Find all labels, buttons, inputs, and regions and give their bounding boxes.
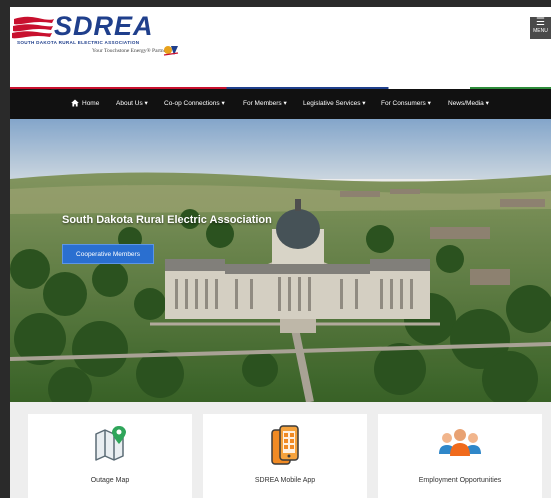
people-group-icon [439, 429, 481, 456]
hero-title: South Dakota Rural Electric Association [62, 214, 272, 226]
sdrea-logo[interactable]: SDREA SOUTH DAKOTA RURAL ELECTRIC ASSOCI… [12, 11, 212, 63]
nav-label: News/Media ▾ [448, 100, 489, 107]
nav-label: Legislative Services ▾ [303, 100, 366, 107]
nav-item-legislative-services[interactable]: Legislative Services ▾ [303, 89, 366, 119]
touchstone-energy-icon [163, 46, 179, 56]
quick-links: Outage Map SDREA Mobile App Employment O… [10, 402, 551, 498]
logo-subtitle: SOUTH DAKOTA RURAL ELECTRIC ASSOCIATION [17, 40, 140, 45]
hero-banner: South Dakota Rural Electric Association … [10, 119, 551, 402]
nav-label: Home [82, 100, 100, 107]
nav-item-about-us[interactable]: About Us ▾ [116, 89, 148, 119]
mobile-app-card[interactable]: SDREA Mobile App [203, 414, 367, 498]
nav-item-coop-connections[interactable]: Co-op Connections ▾ [164, 89, 225, 119]
flag-logo-icon [12, 16, 54, 39]
mobile-app-icon [271, 425, 299, 465]
employment-card[interactable]: Employment Opportunities [378, 414, 542, 498]
nav-item-news-media[interactable]: News/Media ▾ [448, 89, 489, 119]
card-label: SDREA Mobile App [254, 477, 316, 484]
logo-wordmark: SDREA [54, 11, 154, 41]
nav-label: Co-op Connections ▾ [164, 100, 225, 107]
nav-label: For Members ▾ [243, 100, 287, 107]
browser-page: SDREA SOUTH DAKOTA RURAL ELECTRIC ASSOCI… [10, 7, 551, 498]
site-header: SDREA SOUTH DAKOTA RURAL ELECTRIC ASSOCI… [10, 7, 551, 87]
nav-item-home[interactable]: Home [71, 89, 99, 119]
nav-label: For Consumers ▾ [381, 100, 431, 107]
hamburger-icon: ☰ [536, 17, 545, 28]
menu-button[interactable]: ☰ MENU [530, 17, 551, 39]
cooperative-members-button[interactable]: Cooperative Members [62, 244, 154, 264]
nav-item-for-members[interactable]: For Members ▾ [243, 89, 287, 119]
main-nav: Home About Us ▾ Co-op Connections ▾ For … [10, 89, 551, 119]
menu-label: MENU [533, 28, 548, 34]
card-label: Outage Map [90, 477, 130, 484]
nav-label: About Us ▾ [116, 100, 148, 107]
map-pin-icon [95, 426, 126, 461]
outage-map-card[interactable]: Outage Map [28, 414, 192, 498]
nav-item-for-consumers[interactable]: For Consumers ▾ [381, 89, 431, 119]
logo-tagline: Your Touchstone Energy® Partner [92, 48, 168, 54]
card-label: Employment Opportunities [418, 477, 502, 484]
home-icon [71, 99, 79, 107]
